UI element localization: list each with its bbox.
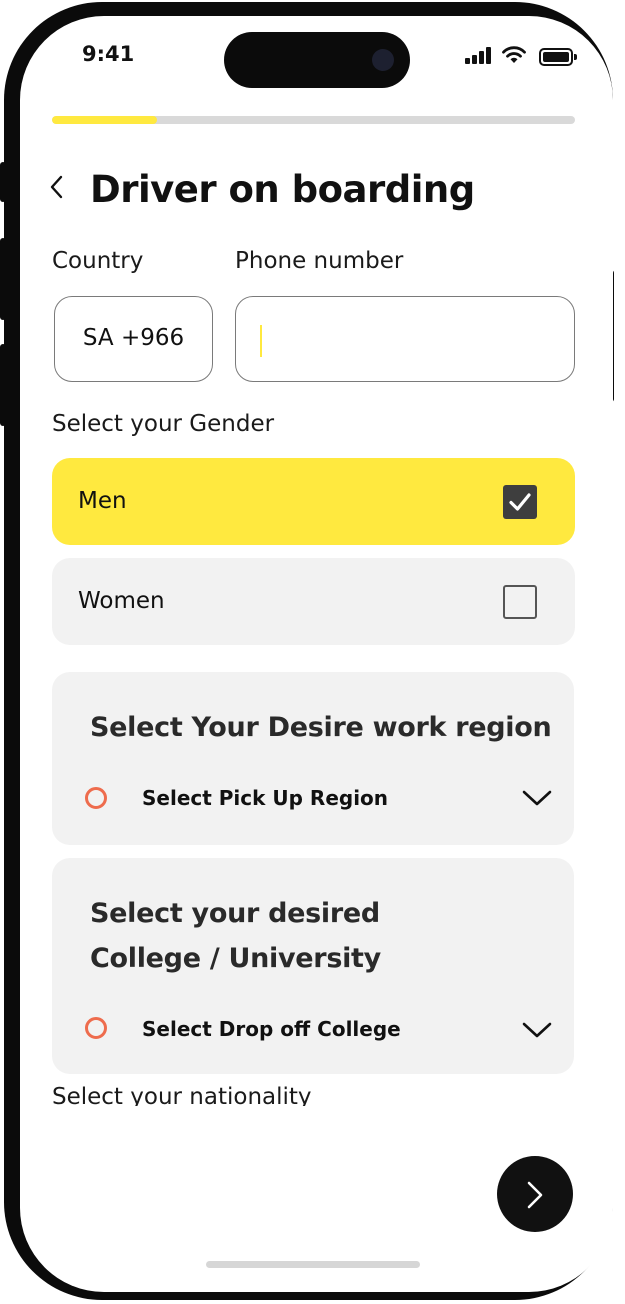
volume-down-button bbox=[0, 344, 6, 426]
country-label: Country bbox=[52, 248, 144, 274]
mute-switch bbox=[0, 162, 6, 202]
gender-label: Select your Gender bbox=[52, 411, 275, 437]
country-code-select[interactable]: SA +966 bbox=[54, 296, 213, 382]
chevron-right-icon bbox=[527, 1181, 543, 1209]
pickup-region-select[interactable]: Select Pick Up Region bbox=[142, 786, 388, 810]
checkbox-checked-icon[interactable] bbox=[503, 485, 537, 519]
college-card: Select your desired College / University… bbox=[52, 858, 574, 1074]
progress-bar bbox=[52, 116, 575, 124]
country-code-value: SA +966 bbox=[82, 325, 185, 351]
volume-up-button bbox=[0, 238, 6, 320]
radio-circle-icon[interactable] bbox=[85, 1017, 107, 1039]
signal-icon bbox=[465, 46, 493, 64]
chevron-left-icon[interactable] bbox=[48, 174, 70, 204]
nationality-label: Select your nationality bbox=[52, 1084, 312, 1106]
chevron-down-icon[interactable] bbox=[522, 789, 552, 807]
work-region-title: Select Your Desire work region bbox=[90, 712, 552, 743]
camera-icon bbox=[372, 49, 394, 71]
phone-frame: 9:41 Driver on boarding Country Phone nu… bbox=[0, 2, 614, 1300]
college-title-line1: Select your desired bbox=[90, 898, 380, 929]
gender-option-women[interactable]: Women bbox=[52, 558, 575, 645]
progress-fill bbox=[52, 116, 157, 124]
status-time: 9:41 bbox=[82, 42, 135, 66]
chevron-down-icon[interactable] bbox=[522, 1021, 552, 1039]
gender-option-label: Men bbox=[78, 488, 127, 514]
gender-option-men[interactable]: Men bbox=[52, 458, 575, 545]
wifi-icon bbox=[502, 46, 526, 63]
status-icons bbox=[457, 46, 577, 66]
checkbox-empty-icon[interactable] bbox=[503, 585, 537, 619]
gender-option-label: Women bbox=[78, 588, 165, 614]
screen: 9:41 Driver on boarding Country Phone nu… bbox=[20, 16, 613, 1292]
phone-number-input[interactable] bbox=[235, 296, 575, 382]
dynamic-island bbox=[224, 32, 410, 88]
phone-label: Phone number bbox=[235, 248, 404, 274]
home-indicator bbox=[206, 1261, 420, 1268]
battery-icon bbox=[539, 48, 577, 66]
radio-circle-icon[interactable] bbox=[85, 787, 107, 809]
dropoff-college-select[interactable]: Select Drop off College bbox=[142, 1017, 401, 1041]
next-button[interactable] bbox=[497, 1156, 573, 1232]
page-title: Driver on boarding bbox=[90, 168, 475, 211]
text-caret bbox=[260, 325, 262, 357]
college-title-line2: College / University bbox=[90, 943, 381, 974]
work-region-card: Select Your Desire work region Select Pi… bbox=[52, 672, 574, 845]
